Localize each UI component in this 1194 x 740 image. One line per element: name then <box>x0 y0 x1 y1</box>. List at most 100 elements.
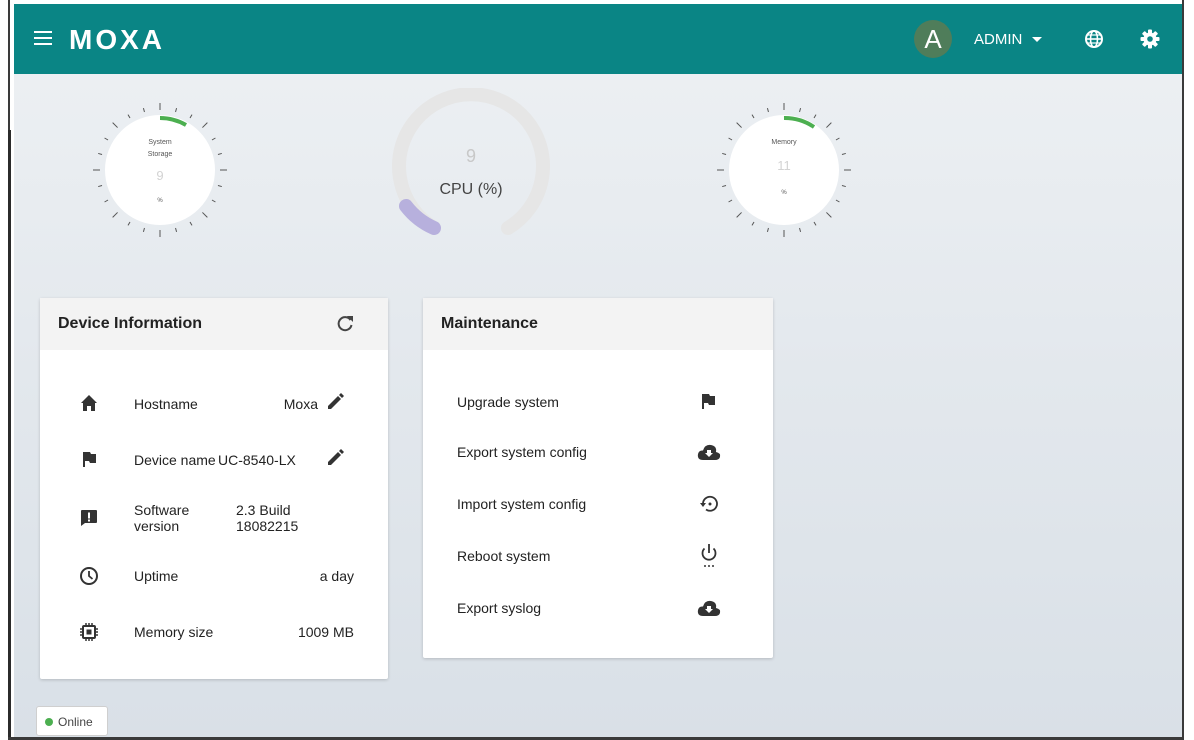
software-version-value: 2.3 Build 18082215 <box>236 502 298 534</box>
memory-size-row: Memory size 1009 MB <box>40 618 388 648</box>
edit-device-name-pencil-icon[interactable] <box>326 449 344 467</box>
top-bar: MOXA A ADMIN <box>14 4 1182 74</box>
restore-icon[interactable] <box>699 494 719 514</box>
flag-icon[interactable] <box>699 392 717 410</box>
memory-gauge-unit: % <box>781 190 787 196</box>
software-version-value-line2: 18082215 <box>236 518 299 534</box>
gauge-tick <box>189 221 193 226</box>
cpu-gauge-value: 9 <box>466 146 476 166</box>
gauge-tick <box>766 108 769 113</box>
device-information-header: Device Information <box>40 298 388 350</box>
cpu-gauge: 9 CPU (%) <box>392 88 550 235</box>
gauge-tick <box>736 122 742 128</box>
hostname-row: Hostname Moxa <box>40 390 388 420</box>
gauge-tick <box>799 108 802 113</box>
software-version-label-line1: Software <box>134 502 190 518</box>
upgrade-system-label: Upgrade system <box>457 394 559 410</box>
gauge-tick <box>211 137 216 141</box>
software-version-label: Software version <box>134 502 189 534</box>
gauge-tick <box>766 227 769 232</box>
gauge-tick <box>813 114 817 119</box>
reboot-system-label: Reboot system <box>457 548 551 564</box>
gauge-tick <box>722 152 727 155</box>
window-frame-left-inner <box>8 130 11 740</box>
memory-gauge-value: 11 <box>777 158 791 173</box>
refresh-icon[interactable] <box>336 315 354 333</box>
hamburger-menu-icon[interactable] <box>34 31 52 47</box>
uptime-label: Uptime <box>134 568 179 584</box>
status-label: Online <box>58 715 93 729</box>
svg-text:MOXA: MOXA <box>69 24 165 54</box>
export-syslog-label: Export syslog <box>457 600 542 616</box>
power-icon[interactable] <box>699 543 719 569</box>
gauge-tick <box>813 221 817 226</box>
gear-icon[interactable] <box>1140 29 1160 49</box>
gauge-tick <box>98 185 103 188</box>
gauge-tick <box>826 122 832 128</box>
app-window: MOXA A ADMIN System Storage 9 % 9 CPU (%… <box>14 4 1182 737</box>
gauge-tick <box>112 212 118 218</box>
globe-icon[interactable] <box>1084 29 1104 49</box>
gauge-tick <box>751 114 755 119</box>
reboot-system-item[interactable]: Reboot system <box>423 542 773 574</box>
storage-gauge-title-line2: Storage <box>148 151 173 158</box>
import-system-config-label: Import system config <box>457 496 587 512</box>
hostname-label: Hostname <box>134 396 198 412</box>
memory-size-value: 1009 MB <box>297 624 354 640</box>
export-system-config-item[interactable]: Export system config <box>423 438 773 468</box>
gauge-tick <box>217 152 222 155</box>
gauge-tick <box>175 108 178 113</box>
upgrade-system-item[interactable]: Upgrade system <box>423 388 773 418</box>
maintenance-header: Maintenance <box>423 298 773 350</box>
uptime-row: a day Uptime <box>40 562 388 592</box>
cloud-download-icon[interactable] <box>697 443 721 461</box>
feedback-alert-icon <box>81 510 97 526</box>
gauge-tick <box>202 122 208 128</box>
memory-chip-icon <box>80 623 98 641</box>
gauge-tick <box>127 221 131 226</box>
home-icon <box>81 395 97 411</box>
gauge-tick <box>728 137 733 141</box>
storage-gauge-unit: % <box>157 198 163 204</box>
gauge-tick <box>142 108 145 113</box>
cpu-gauge-label: CPU (%) <box>439 181 502 198</box>
device-name-label: Device name <box>134 452 216 468</box>
gauge-tick <box>175 227 178 232</box>
user-avatar[interactable]: A <box>914 20 952 58</box>
edit-hostname-pencil-icon[interactable] <box>326 393 344 411</box>
export-system-config-label: Export system config <box>457 444 587 460</box>
gauge-tick <box>202 212 208 218</box>
user-menu-label[interactable]: ADMIN <box>974 31 1022 48</box>
window-frame-right <box>1182 0 1184 740</box>
gauge-tick <box>112 122 118 128</box>
gauge-tick <box>841 152 846 155</box>
maintenance-card: Maintenance Upgrade system Export system… <box>423 298 773 658</box>
device-information-title: Device Information <box>58 315 203 332</box>
device-name-value: UC-8540-LX <box>218 452 296 468</box>
import-system-config-item[interactable]: Import system config <box>423 490 773 520</box>
cloud-download-icon[interactable] <box>697 599 721 617</box>
uptime-value: a day <box>319 568 354 584</box>
software-version-row: Software version 2.3 Build 18082215 <box>40 498 388 538</box>
gauge-tick <box>127 114 131 119</box>
gauge-tick <box>722 185 727 188</box>
software-version-label-line2: version <box>134 518 180 534</box>
gauge-tick <box>142 227 145 232</box>
gauge-tick <box>751 221 755 226</box>
chevron-down-icon[interactable] <box>1032 37 1042 42</box>
gauge-tick <box>826 212 832 218</box>
gauge-tick <box>98 152 103 155</box>
gauge-tick <box>189 114 193 119</box>
status-dot-icon <box>45 718 53 726</box>
gauge-tick <box>835 199 840 203</box>
memory-gauge: Memory 11 % <box>717 103 851 237</box>
system-storage-gauge: System Storage 9 % <box>93 103 227 237</box>
gauge-tick <box>736 212 742 218</box>
gauge-tick <box>104 199 109 203</box>
storage-gauge-value: 9 <box>156 168 163 183</box>
maintenance-title: Maintenance <box>441 315 538 332</box>
connection-status-badge: Online <box>36 706 108 736</box>
export-syslog-item[interactable]: Export syslog <box>423 594 773 624</box>
gauge-tick <box>799 227 802 232</box>
gauge-tick <box>217 185 222 188</box>
